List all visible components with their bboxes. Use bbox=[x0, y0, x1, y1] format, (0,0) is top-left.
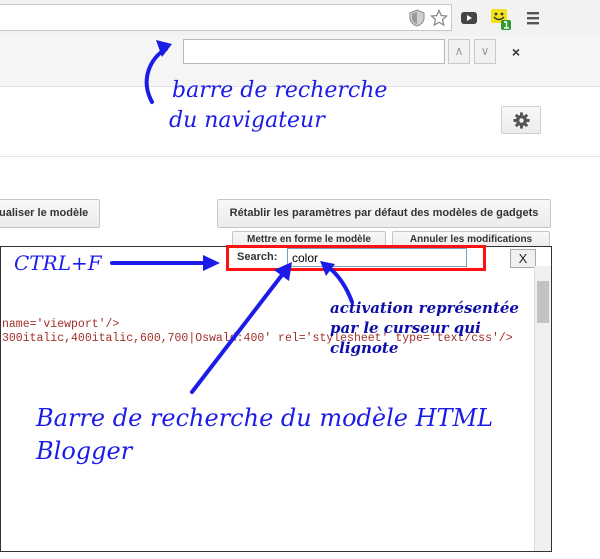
search-highlight-box bbox=[226, 245, 486, 271]
address-bar[interactable] bbox=[0, 4, 452, 31]
annotation-browser-search-line2: du navigateur bbox=[169, 108, 325, 133]
annotation-browser-search-line1: barre de recherche bbox=[172, 78, 388, 103]
editor-search-close-button[interactable]: X bbox=[510, 249, 536, 268]
find-close-button[interactable]: × bbox=[506, 42, 526, 62]
gear-icon bbox=[513, 112, 530, 129]
code-line: name='viewport'/> bbox=[2, 318, 120, 331]
menu-icon[interactable] bbox=[525, 10, 541, 26]
annotation-activation-line3: clignote bbox=[330, 339, 399, 357]
editor-scrollbar-thumb[interactable] bbox=[537, 281, 549, 323]
settings-button[interactable] bbox=[501, 106, 541, 134]
page-divider bbox=[0, 156, 600, 157]
shield-icon[interactable] bbox=[408, 9, 426, 27]
html-template-editor[interactable] bbox=[0, 246, 552, 552]
youtube-extension-icon[interactable] bbox=[460, 9, 478, 27]
reset-gadget-templates-button[interactable]: Rétablir les paramètres par défaut des m… bbox=[217, 199, 551, 228]
star-icon[interactable] bbox=[430, 9, 448, 27]
browser-find-input[interactable] bbox=[183, 39, 445, 64]
find-next-button[interactable]: ∨ bbox=[474, 39, 496, 64]
annotation-ctrlf: CTRL+F bbox=[14, 251, 102, 275]
preview-template-button[interactable]: ualiser le modèle bbox=[0, 199, 100, 228]
annotation-blogger-search-line1: Barre de recherche du modèle HTML bbox=[36, 404, 494, 432]
annotation-activation-line1: activation représentée bbox=[330, 299, 519, 317]
smiley-extension-icon[interactable] bbox=[489, 7, 513, 31]
find-previous-button[interactable]: ∧ bbox=[448, 39, 470, 64]
annotation-activation: activation représentée par le curseur qu… bbox=[330, 298, 519, 358]
annotation-activation-line2: par le curseur qui bbox=[330, 319, 481, 337]
annotation-blogger-search-line2: Blogger bbox=[36, 437, 133, 465]
